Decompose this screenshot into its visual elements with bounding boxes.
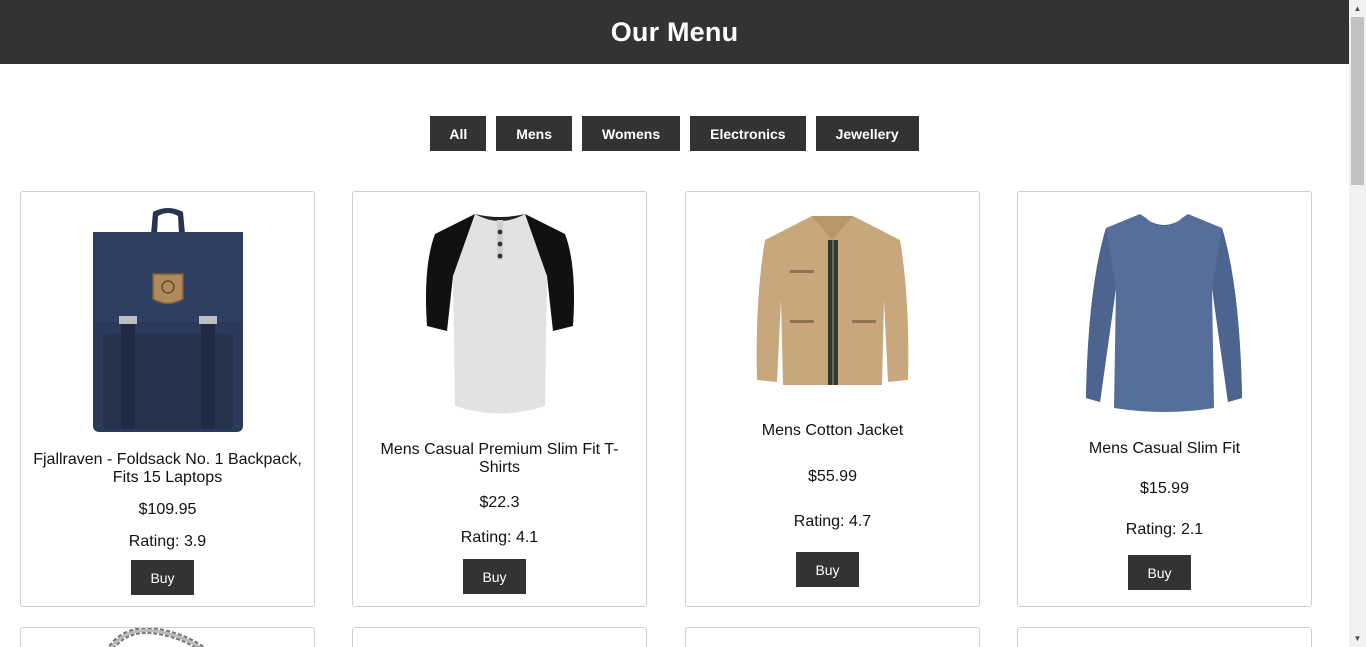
product-rating: Rating: 2.1 [1125, 521, 1204, 538]
product-title: Fjallraven - Foldsack No. 1 Backpack, Fi… [33, 451, 302, 486]
buy-button[interactable]: Buy [131, 560, 194, 595]
product-image [686, 210, 979, 390]
filter-electronics-button[interactable]: Electronics [690, 116, 806, 151]
product-title: Mens Cotton Jacket [761, 422, 904, 439]
filter-all-button[interactable]: All [430, 116, 487, 151]
product-card [685, 627, 980, 647]
product-card [1017, 627, 1312, 647]
product-card: Fjallraven - Foldsack No. 1 Backpack, Fi… [20, 191, 315, 607]
filter-jewellery-button[interactable]: Jewellery [815, 116, 919, 151]
filter-womens-button[interactable]: Womens [582, 116, 681, 151]
product-title: Mens Casual Premium Slim Fit T-Shirts [380, 441, 619, 476]
product-image [21, 204, 314, 434]
product-title: Mens Casual Slim Fit [1088, 440, 1241, 457]
backpack-image [92, 208, 243, 432]
page-title: Our Menu [610, 16, 739, 47]
product-rating: Rating: 4.7 [793, 513, 872, 530]
buy-button[interactable]: Buy [463, 559, 526, 594]
filter-mens-button[interactable]: Mens [496, 116, 573, 151]
product-image [353, 206, 646, 421]
product-rating: Rating: 4.1 [460, 529, 539, 546]
buy-button[interactable]: Buy [1128, 555, 1191, 590]
product-price: $15.99 [1140, 480, 1189, 497]
product-price: $55.99 [808, 468, 857, 485]
product-price: $109.95 [138, 501, 197, 518]
product-image [1018, 208, 1311, 413]
scroll-up-icon[interactable]: ▲ [1349, 0, 1366, 17]
product-rating: Rating: 3.9 [128, 533, 207, 550]
scroll-down-icon[interactable]: ▼ [1349, 630, 1366, 647]
product-price: $22.3 [479, 494, 520, 511]
product-card [20, 627, 315, 647]
longsleeve-image [1086, 214, 1242, 412]
bracelet-image [89, 628, 249, 647]
product-card: Mens Cotton Jacket $55.99 Rating: 4.7 Bu… [685, 191, 980, 607]
tshirt-image [425, 214, 574, 414]
product-card: Mens Casual Premium Slim Fit T-Shirts $2… [352, 191, 647, 607]
category-filter-bar: All Mens Womens Electronics Jewellery [0, 116, 1349, 151]
product-card [352, 627, 647, 647]
product-card: Mens Casual Slim Fit $15.99 Rating: 2.1 … [1017, 191, 1312, 607]
page-header: Our Menu [0, 0, 1349, 64]
scrollbar-thumb[interactable] [1351, 17, 1364, 185]
vertical-scrollbar[interactable]: ▲ ▼ [1349, 0, 1366, 647]
buy-button[interactable]: Buy [796, 552, 859, 587]
jacket-image [756, 216, 909, 385]
